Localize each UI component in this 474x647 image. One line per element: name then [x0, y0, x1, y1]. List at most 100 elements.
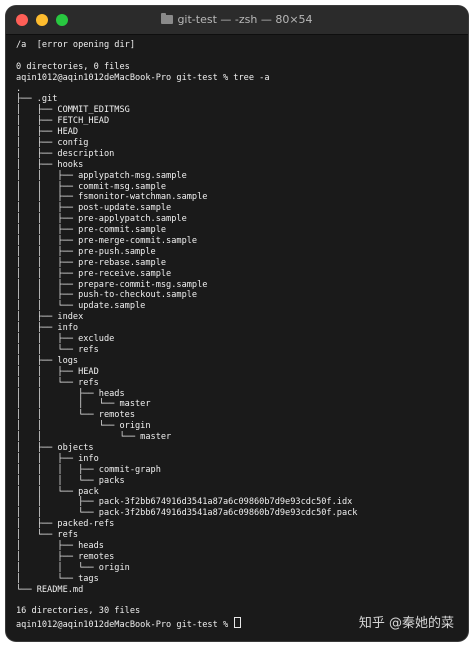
terminal-line: │ │ ├── post-update.sample	[16, 203, 460, 214]
terminal-line: │ ├── description	[16, 149, 460, 160]
terminal-line: │ │ └── pack	[16, 487, 460, 498]
terminal-line-text: │ │ ├── pack-3f2bb674916d3541a87a6c09860…	[16, 497, 353, 508]
terminal-line: │ │ ├── applypatch-msg.sample	[16, 171, 460, 182]
terminal-line: │ ├── objects	[16, 443, 460, 454]
terminal-line: │ │ └── origin	[16, 563, 460, 574]
terminal-line-text: │ ├── info	[16, 323, 79, 334]
terminal-line: │ │ └── refs	[16, 345, 460, 356]
terminal-line-text: │ │ ├── pre-applypatch.sample	[16, 214, 187, 225]
terminal-line: │ │ ├── fsmonitor-watchman.sample	[16, 192, 460, 203]
terminal-line-text: │ │ ├── pre-receive.sample	[16, 268, 172, 279]
terminal-line-text: aqin1012@aqin1012deMacBook-Pro git-test …	[16, 620, 234, 631]
terminal-line-text: │ ├── logs	[16, 355, 79, 366]
terminal-line-text: │ ├── packed-refs	[16, 519, 115, 530]
terminal-line: 0 directories, 0 files	[16, 62, 460, 73]
terminal-line-text: │ │ └── pack-3f2bb674916d3541a87a6c09860…	[16, 508, 358, 519]
terminal-line-text: │ │ │ ├── commit-graph	[16, 464, 161, 475]
terminal-line: │ │ │ ├── commit-graph	[16, 465, 460, 476]
terminal-line-text: │ ├── HEAD	[16, 127, 79, 138]
terminal-line: │ ├── remotes	[16, 552, 460, 563]
terminal-line: │ ├── logs	[16, 356, 460, 367]
terminal-line-text: │ │ └── origin	[16, 562, 130, 573]
terminal-line: │ └── refs	[16, 530, 460, 541]
terminal-line-text: │ │ └── master	[16, 432, 172, 443]
terminal-line: │ │ └── master	[16, 432, 460, 443]
terminal-line-text: │ │ ├── push-to-checkout.sample	[16, 290, 198, 301]
terminal-line-text: │ ├── description	[16, 148, 115, 159]
terminal-line-text: │ │ └── pack	[16, 486, 99, 497]
terminal-line: │ │ ├── prepare-commit-msg.sample	[16, 280, 460, 291]
terminal-line-text: │ │ └── origin	[16, 421, 151, 432]
terminal-line: aqin1012@aqin1012deMacBook-Pro git-test …	[16, 73, 460, 84]
terminal-line: │ ├── HEAD	[16, 127, 460, 138]
terminal-line: │ │ ├── pre-rebase.sample	[16, 258, 460, 269]
terminal-line-text: │ │ └── update.sample	[16, 301, 146, 312]
terminal-line: │ ├── index	[16, 312, 460, 323]
terminal-line: │ │ ├── info	[16, 454, 460, 465]
terminal-line-text: │ │ └── refs	[16, 377, 99, 388]
terminal-line: │ │ └── update.sample	[16, 301, 460, 312]
watermark: 知乎 @秦她的菜	[358, 616, 454, 631]
terminal-line: ├── .git	[16, 94, 460, 105]
terminal-cursor	[234, 617, 242, 629]
terminal-line-text: │ │ ├── pre-push.sample	[16, 246, 156, 257]
terminal-line-text: │ │ ├── heads	[16, 388, 125, 399]
terminal-line: │ │ ├── pre-applypatch.sample	[16, 214, 460, 225]
window-title-wrap: git-test — -zsh — 80×54	[6, 13, 468, 26]
terminal-line-text: │ │ ├── exclude	[16, 334, 115, 345]
terminal-line-text: │ ├── COMMIT_EDITMSG	[16, 105, 130, 116]
terminal-line: │ │ ├── commit-msg.sample	[16, 182, 460, 193]
terminal-line: │ │ └── origin	[16, 421, 460, 432]
terminal-line: .	[16, 84, 460, 95]
terminal-line-text: │ │ └── remotes	[16, 410, 135, 421]
terminal-line: │ ├── info	[16, 323, 460, 334]
terminal-line-text: │ │ ├── fsmonitor-watchman.sample	[16, 192, 208, 203]
terminal-line: │ │ │ └── master	[16, 399, 460, 410]
terminal-line: │ ├── hooks	[16, 160, 460, 171]
terminal-line: │ └── tags	[16, 574, 460, 585]
terminal-line: │ │ ├── exclude	[16, 334, 460, 345]
terminal-output[interactable]: /a [error opening dir] 0 directories, 0 f…	[16, 40, 460, 635]
terminal-line-text: │ │ ├── commit-msg.sample	[16, 181, 167, 192]
window-title: git-test — -zsh — 80×54	[177, 13, 313, 26]
terminal-line-text: 0 directories, 0 files	[16, 61, 130, 72]
terminal-line: │ │ ├── pre-receive.sample	[16, 269, 460, 280]
terminal-line-text: │ │ │ └── packs	[16, 475, 125, 486]
terminal-line: │ │ ├── pre-merge-commit.sample	[16, 236, 460, 247]
terminal-line-text: │ │ ├── pre-merge-commit.sample	[16, 236, 198, 247]
title-bar[interactable]: git-test — -zsh — 80×54	[6, 6, 468, 35]
terminal-line: │ ├── FETCH_HEAD	[16, 116, 460, 127]
terminal-line: │ │ ├── pre-push.sample	[16, 247, 460, 258]
terminal-line: /a [error opening dir]	[16, 40, 460, 51]
terminal-line-text: │ │ ├── prepare-commit-msg.sample	[16, 279, 208, 290]
terminal-line-text: │ └── refs	[16, 530, 79, 541]
terminal-line: │ │ ├── HEAD	[16, 367, 460, 378]
terminal-line: │ │ └── pack-3f2bb674916d3541a87a6c09860…	[16, 508, 460, 519]
folder-icon	[161, 13, 174, 24]
terminal-line-text: │ ├── index	[16, 312, 84, 323]
terminal-line-text: /a [error opening dir]	[16, 40, 135, 50]
terminal-line: │ ├── COMMIT_EDITMSG	[16, 105, 460, 116]
terminal-line-text: aqin1012@aqin1012deMacBook-Pro git-test …	[16, 72, 270, 83]
terminal-line-text: │ │ └── refs	[16, 344, 99, 355]
terminal-line-text: │ ├── objects	[16, 442, 94, 453]
terminal-line-text: │ └── tags	[16, 573, 99, 584]
terminal-line: │ │ ├── pack-3f2bb674916d3541a87a6c09860…	[16, 497, 460, 508]
terminal-line-text: │ │ ├── applypatch-msg.sample	[16, 170, 187, 181]
terminal-line-text: └── README.md	[16, 584, 84, 595]
terminal-line: │ │ │ └── packs	[16, 476, 460, 487]
terminal-line-text: │ │ ├── info	[16, 453, 99, 464]
terminal-line-text: │ ├── remotes	[16, 551, 115, 562]
terminal-line-text: .	[16, 83, 22, 94]
terminal-line-text: │ │ ├── pre-rebase.sample	[16, 257, 167, 268]
terminal-line-text: │ │ │ └── master	[16, 399, 151, 410]
terminal-line: │ │ ├── push-to-checkout.sample	[16, 290, 460, 301]
terminal-line-text: │ ├── heads	[16, 540, 104, 551]
terminal-line-text: 16 directories, 30 files	[16, 606, 141, 617]
terminal-line: └── README.md	[16, 585, 460, 596]
terminal-line: │ ├── packed-refs	[16, 519, 460, 530]
terminal-window: git-test — -zsh — 80×54 /a [error openin…	[6, 6, 468, 641]
terminal-line: │ │ ├── heads	[16, 389, 460, 400]
terminal-line: │ │ ├── pre-commit.sample	[16, 225, 460, 236]
